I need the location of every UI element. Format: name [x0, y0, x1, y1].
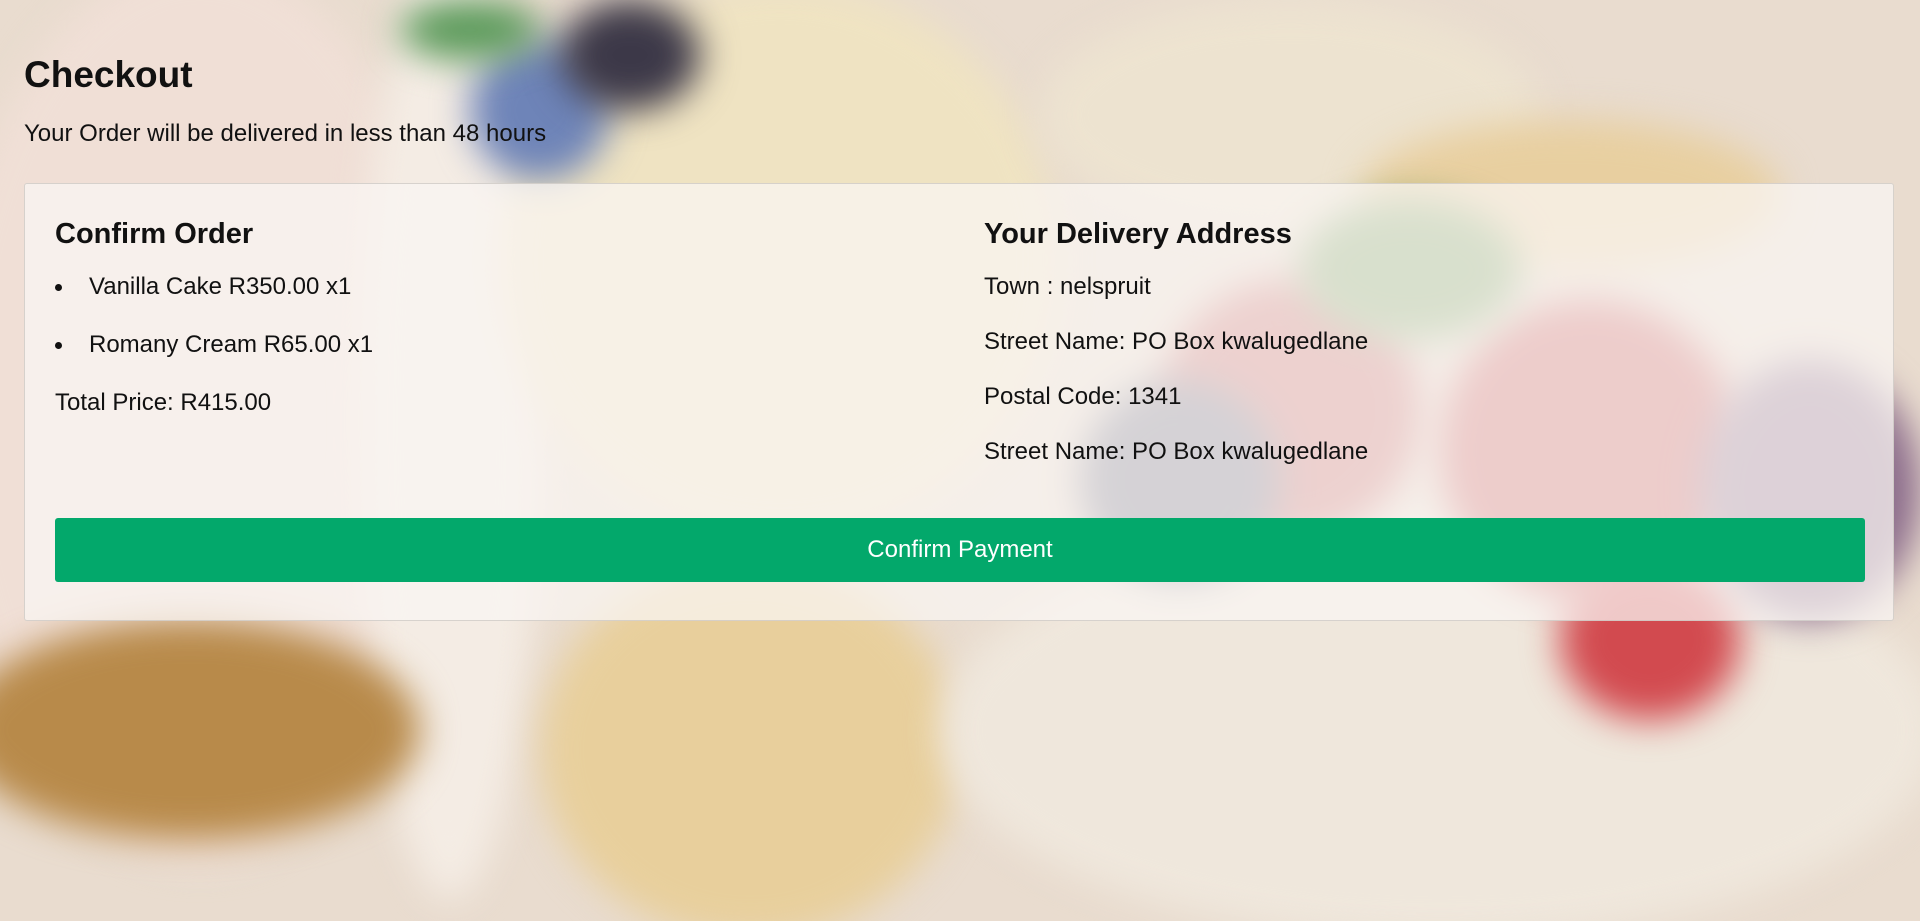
order-item-list: Vanilla Cake R350.00 x1 Romany Cream R65…	[55, 272, 935, 360]
bullet-icon	[55, 284, 62, 291]
checkout-page: Checkout Your Order will be delivered in…	[0, 0, 1920, 621]
address-street-name: Street Name: PO Box kwalugedlane	[984, 328, 1369, 355]
address-postal-code: Postal Code: 1341	[984, 383, 1182, 410]
address-town: Town : nelspruit	[984, 273, 1151, 300]
confirm-order-heading: Confirm Order	[55, 218, 254, 250]
order-item: Romany Cream R65.00 x1	[55, 330, 935, 360]
order-item-label: Romany Cream R65.00 x1	[89, 331, 374, 358]
address-street-name: Street Name: PO Box kwalugedlane	[984, 438, 1369, 465]
order-item-label: Vanilla Cake R350.00 x1	[89, 273, 352, 300]
confirm-order-section: Confirm Order Vanilla Cake R350.00 x1 Ro…	[55, 216, 935, 418]
page-title: Checkout	[24, 54, 193, 95]
checkout-card: Confirm Order Vanilla Cake R350.00 x1 Ro…	[24, 183, 1894, 621]
bullet-icon	[55, 342, 62, 349]
total-price: Total Price: R415.00	[55, 389, 272, 416]
delivery-address-heading: Your Delivery Address	[984, 218, 1292, 250]
delivery-notice: Your Order will be delivered in less tha…	[24, 120, 547, 147]
delivery-address-section: Your Delivery Address Town : nelspruit S…	[984, 216, 1864, 467]
confirm-payment-button[interactable]: Confirm Payment	[55, 518, 1865, 582]
order-item: Vanilla Cake R350.00 x1	[55, 272, 935, 302]
